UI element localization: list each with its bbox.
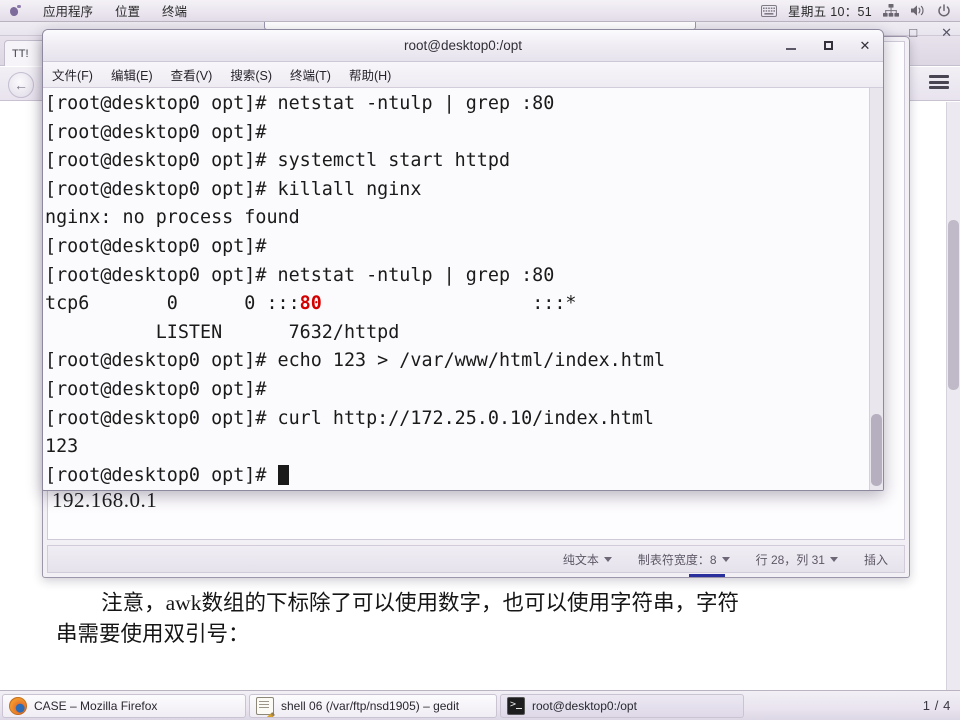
terminal-screen[interactable]: [root@desktop0 opt]# netstat -ntulp | gr… bbox=[43, 88, 883, 490]
terminal-menubar: 文件(F) 编辑(E) 查看(V) 搜索(S) 终端(T) 帮助(H) bbox=[43, 62, 883, 88]
gedit-position-label: 行 28，列 31 bbox=[755, 552, 825, 567]
workspace-switcher[interactable]: 1 / 4 bbox=[923, 698, 951, 713]
taskbar-label-firefox: CASE – Mozilla Firefox bbox=[34, 698, 158, 713]
terminal-line: [root@desktop0 opt]# bbox=[45, 462, 883, 490]
firefox-scrollbar-thumb[interactable] bbox=[948, 220, 959, 390]
gedit-filetype-selector[interactable]: 纯文本 bbox=[563, 551, 612, 568]
back-arrow-icon[interactable]: ← bbox=[8, 72, 34, 98]
chevron-down-icon[interactable] bbox=[721, 556, 730, 562]
terminal-line: [root@desktop0 opt]# echo 123 > /var/www… bbox=[45, 350, 666, 372]
terminal-line: [root@desktop0 opt]# netstat -ntulp | gr… bbox=[45, 93, 555, 114]
firefox-icon bbox=[9, 696, 27, 715]
terminal-window[interactable]: root@desktop0:/opt ✕ 文件(F) 编辑(E) 查看(V) 搜… bbox=[42, 29, 884, 491]
terminal-line: [root@desktop0 opt]# netstat -ntulp | gr… bbox=[45, 264, 555, 286]
terminal-cursor bbox=[277, 464, 289, 485]
gedit-focus-underline bbox=[689, 574, 725, 577]
gedit-filetype-label: 纯文本 bbox=[562, 552, 599, 567]
terminal-scrollbar[interactable] bbox=[869, 88, 883, 490]
menu-view[interactable]: 查看(V) bbox=[169, 64, 215, 85]
terminal-line: tcp6 0 0 :::80 :::* bbox=[45, 293, 577, 315]
desktop-screen: TT! □ ✕ ← 192.168.0.1 纯文本 制表符宽度：8 行 28，列… bbox=[0, 0, 960, 720]
clock[interactable]: 星期五 10：51 bbox=[788, 1, 872, 20]
gedit-tabwidth-label: 制表符宽度：8 bbox=[637, 552, 717, 567]
panel-menu: 应用程序 位置 终端 bbox=[0, 0, 190, 21]
volume-icon[interactable] bbox=[910, 4, 926, 17]
taskbar: CASE – Mozilla Firefox shell 06 (/var/ft… bbox=[0, 690, 960, 720]
minimize-button[interactable] bbox=[783, 38, 799, 54]
hamburger-menu-icon[interactable] bbox=[928, 73, 950, 91]
page-text-line-2: 串需要使用双引号： bbox=[56, 622, 250, 646]
firefox-maximize-icon[interactable]: □ bbox=[909, 25, 917, 41]
terminal-icon bbox=[507, 696, 525, 715]
terminal-line: 123 bbox=[45, 436, 79, 458]
page-body-text: 注意，awk数组的下标除了可以使用数字，也可以使用字符串，字符 串需要使用双引号… bbox=[56, 588, 906, 650]
taskbar-item-gedit[interactable]: shell 06 (/var/ftp/nsd1905) – gedit bbox=[249, 693, 497, 718]
terminal-window-buttons: ✕ bbox=[783, 30, 873, 61]
panel-status-area: 星期五 10：51 bbox=[761, 1, 960, 20]
gedit-icon bbox=[256, 696, 274, 715]
firefox-window-buttons: □ ✕ bbox=[909, 25, 952, 41]
taskbar-item-terminal[interactable]: root@desktop0:/opt bbox=[500, 693, 744, 718]
firefox-close-icon[interactable]: ✕ bbox=[941, 25, 952, 41]
taskbar-label-gedit: shell 06 (/var/ftp/nsd1905) – gedit bbox=[281, 698, 460, 713]
menu-search[interactable]: 搜索(S) bbox=[228, 64, 274, 85]
terminal-titlebar[interactable]: root@desktop0:/opt ✕ bbox=[43, 30, 883, 62]
terminal-title: root@desktop0:/opt bbox=[403, 38, 523, 53]
page-text-line-1: 注意，awk数组的下标除了可以使用数字，也可以使用字符串，字符 bbox=[101, 591, 739, 615]
menu-file[interactable]: 文件(F) bbox=[50, 64, 95, 85]
close-button[interactable]: ✕ bbox=[857, 38, 873, 54]
gedit-insert-label: 插入 bbox=[863, 552, 888, 567]
gedit-cursor-position[interactable]: 行 28，列 31 bbox=[756, 551, 838, 568]
places-menu[interactable]: 位置 bbox=[112, 0, 143, 21]
terminal-output: [root@desktop0 opt]# netstat -ntulp | gr… bbox=[43, 88, 883, 490]
chevron-down-icon[interactable] bbox=[829, 556, 838, 562]
panel-terminal-menu[interactable]: 终端 bbox=[159, 0, 190, 21]
network-icon[interactable] bbox=[883, 4, 899, 17]
taskbar-item-firefox[interactable]: CASE – Mozilla Firefox bbox=[2, 693, 246, 718]
terminal-line: nginx: no process found bbox=[45, 207, 300, 229]
gedit-tabwidth-selector[interactable]: 制表符宽度：8 bbox=[638, 551, 730, 568]
terminal-line: [root@desktop0 opt]# systemctl start htt… bbox=[45, 150, 511, 172]
gedit-statusbar: 纯文本 制表符宽度：8 行 28，列 31 插入 bbox=[47, 545, 905, 573]
power-icon[interactable] bbox=[937, 3, 951, 18]
terminal-line: [root@desktop0 opt]# bbox=[45, 235, 267, 257]
taskbar-label-terminal: root@desktop0:/opt bbox=[532, 698, 637, 713]
terminal-line: [root@desktop0 opt]# bbox=[45, 121, 267, 143]
applications-menu[interactable]: 应用程序 bbox=[40, 0, 96, 21]
terminal-line: [root@desktop0 opt]# curl http://172.25.… bbox=[45, 407, 654, 429]
maximize-button[interactable] bbox=[820, 38, 836, 54]
chevron-down-icon[interactable] bbox=[603, 556, 612, 562]
firefox-scrollbar[interactable] bbox=[946, 102, 960, 690]
menu-terminal[interactable]: 终端(T) bbox=[288, 64, 333, 85]
gedit-insert-mode: 插入 bbox=[864, 551, 888, 568]
gnome-foot-icon bbox=[8, 4, 22, 18]
keyboard-icon[interactable] bbox=[761, 4, 778, 17]
terminal-line: [root@desktop0 opt]# bbox=[45, 378, 267, 400]
terminal-line: [root@desktop0 opt]# killall nginx bbox=[45, 178, 422, 200]
matched-port-highlight: 80 bbox=[299, 293, 322, 315]
terminal-line: LISTEN 7632/httpd bbox=[45, 321, 400, 343]
top-panel: 应用程序 位置 终端 星期五 10：51 bbox=[0, 0, 960, 22]
menu-help[interactable]: 帮助(H) bbox=[347, 64, 393, 85]
terminal-scrollbar-thumb[interactable] bbox=[871, 414, 882, 486]
menu-edit[interactable]: 编辑(E) bbox=[109, 64, 155, 85]
